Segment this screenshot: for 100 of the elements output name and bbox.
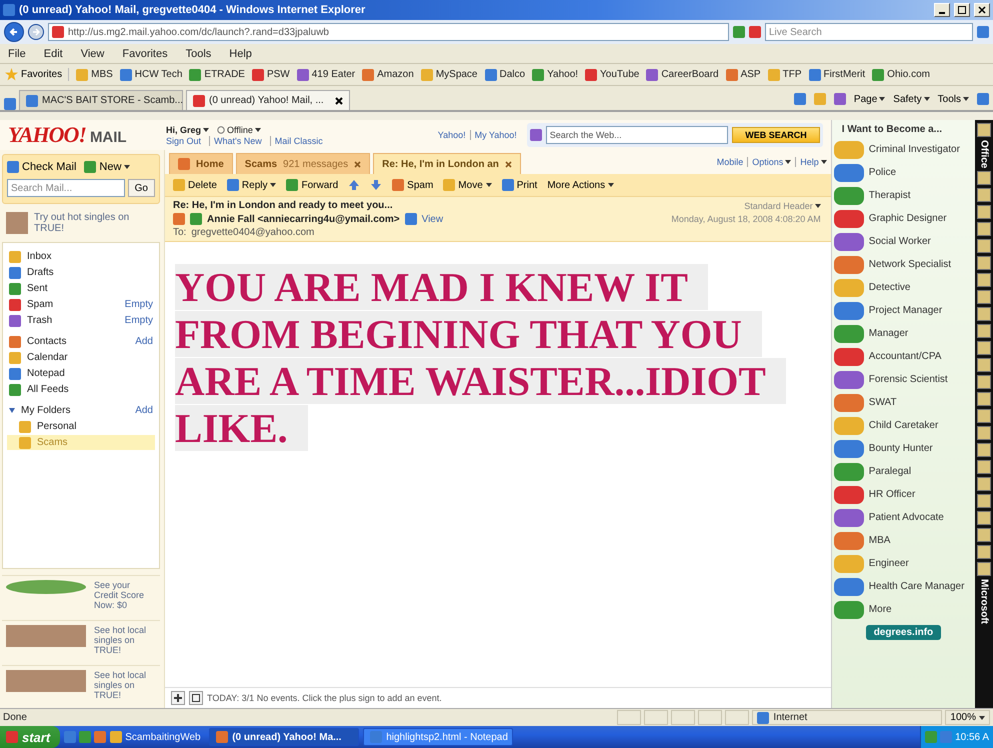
header-link[interactable]: Help: [795, 157, 827, 167]
app-icon[interactable]: [977, 409, 992, 424]
header-link[interactable]: What's New: [209, 136, 262, 146]
favorite-link[interactable]: FirstMerit: [808, 68, 866, 80]
career-link[interactable]: Social Worker: [834, 231, 974, 252]
back-button[interactable]: [4, 22, 24, 42]
app-icon[interactable]: [977, 375, 992, 390]
folder-item[interactable]: Inbox: [7, 249, 155, 264]
greeting-menu[interactable]: Hi, Greg: [166, 124, 210, 134]
favorites-button[interactable]: Favorites: [5, 68, 70, 81]
app-icon[interactable]: [977, 528, 992, 542]
favorite-link[interactable]: ASP: [726, 68, 761, 80]
folder-item[interactable]: Personal: [7, 419, 155, 434]
folder-item[interactable]: All Feeds: [7, 382, 155, 397]
maximize-button[interactable]: [954, 3, 970, 17]
app-icon[interactable]: [977, 562, 992, 576]
search-mail-field[interactable]: Search Mail...: [7, 179, 125, 197]
forward-button[interactable]: [28, 24, 44, 40]
toolbar-button[interactable]: Forward: [286, 179, 338, 191]
favorite-link[interactable]: MBS: [76, 68, 113, 80]
favorite-link[interactable]: 419 Eater: [296, 68, 356, 80]
command-menu[interactable]: Tools: [938, 94, 969, 104]
career-link[interactable]: More: [834, 599, 974, 620]
toolbar-button[interactable]: Print: [502, 179, 538, 191]
career-link[interactable]: Manager: [834, 323, 974, 344]
mail-tab[interactable]: Re: He, I'm in London an: [373, 153, 521, 174]
ad-link[interactable]: See your Credit Score Now: $0: [94, 580, 156, 610]
app-icon[interactable]: [977, 239, 992, 254]
header-link[interactable]: Sign Out: [166, 136, 202, 146]
menu-item[interactable]: View: [78, 46, 106, 60]
career-link[interactable]: Detective: [834, 277, 974, 298]
app-icon[interactable]: [977, 443, 992, 458]
header-link[interactable]: My Yahoo!: [470, 130, 517, 140]
career-link[interactable]: Bounty Hunter: [834, 438, 974, 459]
header-link[interactable]: Yahoo!: [438, 130, 466, 140]
app-icon[interactable]: [977, 222, 992, 236]
folder-icon[interactable]: [977, 123, 992, 137]
calendar-button[interactable]: [189, 691, 203, 705]
previous-button[interactable]: [348, 179, 360, 191]
close-icon[interactable]: [335, 96, 343, 104]
career-link[interactable]: HR Officer: [834, 484, 974, 505]
folder-item[interactable]: Notepad: [7, 366, 155, 381]
folder-item[interactable]: Calendar: [7, 350, 155, 365]
site-logo[interactable]: degrees.info: [866, 625, 942, 640]
folder-item[interactable]: Sent: [7, 281, 155, 296]
start-button[interactable]: start: [0, 726, 60, 748]
career-link[interactable]: Accountant/CPA: [834, 346, 974, 367]
app-icon[interactable]: [977, 494, 992, 508]
command-menu[interactable]: Safety: [893, 94, 930, 104]
folder-action-link[interactable]: Add: [135, 405, 153, 416]
toolbar-button[interactable]: Delete: [173, 179, 217, 191]
search-field[interactable]: Live Search: [765, 23, 973, 41]
toolbar-button[interactable]: More Actions: [547, 180, 614, 190]
go-button[interactable]: Go: [128, 179, 155, 197]
favorite-link[interactable]: Ohio.com: [872, 68, 930, 80]
menu-item[interactable]: Favorites: [120, 46, 170, 60]
menu-item[interactable]: Help: [227, 46, 254, 60]
add-event-button[interactable]: [171, 691, 185, 705]
career-link[interactable]: Patient Advocate: [834, 507, 974, 528]
app-icon[interactable]: [977, 290, 992, 304]
favorite-link[interactable]: Dalco: [484, 68, 526, 80]
expander-icon[interactable]: [9, 408, 15, 413]
favorite-link[interactable]: CareerBoard: [646, 68, 719, 80]
toolbar-button[interactable]: Reply: [226, 179, 276, 191]
zoom-button[interactable]: 100%: [945, 710, 990, 725]
web-search-button[interactable]: WEB SEARCH: [732, 127, 820, 143]
favorite-link[interactable]: Amazon: [362, 68, 414, 80]
next-button[interactable]: [370, 179, 382, 191]
career-link[interactable]: Child Caretaker: [834, 415, 974, 436]
career-link[interactable]: Graphic Designer: [834, 208, 974, 229]
folder-item[interactable]: Spam Empty: [7, 297, 155, 312]
address-field[interactable]: http://us.mg2.mail.yahoo.com/dc/launch?.rand=d33jpaluwb: [48, 23, 729, 41]
app-icon[interactable]: [977, 460, 992, 474]
app-icon[interactable]: [977, 324, 992, 338]
header-link[interactable]: Options: [747, 157, 792, 167]
app-icon[interactable]: [977, 358, 992, 372]
menu-item[interactable]: Tools: [184, 46, 214, 60]
folder-item[interactable]: Contacts Add: [7, 334, 155, 349]
career-link[interactable]: Health Care Manager: [834, 576, 974, 597]
app-icon[interactable]: [977, 188, 992, 202]
taskbar-button[interactable]: highlightsp2.html - Notepad: [363, 728, 514, 746]
app-icon[interactable]: [977, 477, 992, 492]
view-link[interactable]: View: [422, 214, 444, 224]
favorite-link[interactable]: HCW Tech: [120, 68, 182, 80]
header-link[interactable]: Mail Classic: [270, 136, 323, 146]
app-icon[interactable]: [977, 426, 992, 440]
browser-tab[interactable]: MAC'S BAIT STORE - Scamb...: [19, 90, 183, 110]
app-icon[interactable]: [977, 341, 992, 356]
toolbar-button[interactable]: Spam: [392, 179, 434, 191]
folder-action-link[interactable]: Empty: [124, 299, 153, 310]
folder-toolbar[interactable]: ScambaitingWeb: [110, 731, 206, 743]
app-icon[interactable]: [977, 256, 992, 270]
folder-item[interactable]: Trash Empty: [7, 313, 155, 328]
career-link[interactable]: Project Manager: [834, 300, 974, 321]
ad-link[interactable]: See hot local singles on TRUE!: [94, 625, 156, 655]
command-menu[interactable]: Page: [854, 94, 886, 104]
header-link[interactable]: Mobile: [716, 157, 744, 167]
app-icon[interactable]: [977, 307, 992, 322]
career-link[interactable]: Network Specialist: [834, 254, 974, 275]
favorite-link[interactable]: TFP: [768, 68, 802, 80]
